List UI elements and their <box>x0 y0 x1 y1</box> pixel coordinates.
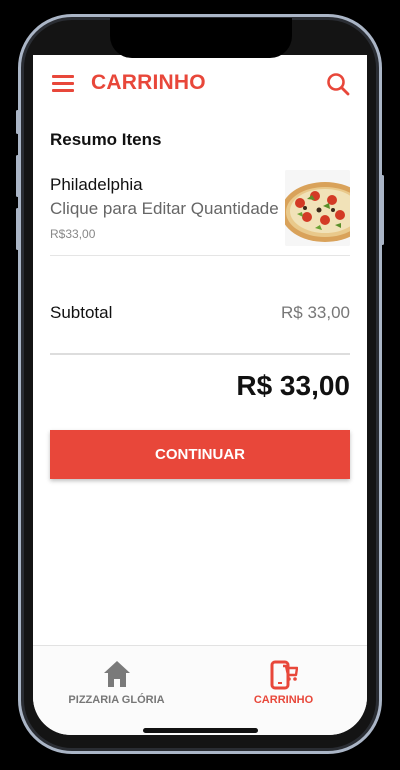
top-app-bar: CARRINHO <box>33 55 367 113</box>
nav-item-carrinho[interactable]: CARRINHO <box>200 646 367 735</box>
total-value: R$ 33,00 <box>236 370 350 401</box>
nav-label-carrinho: CARRINHO <box>253 694 314 706</box>
bottom-navigation: PIZZARIA GLÓRIA CARRINHO <box>33 645 367 735</box>
nav-item-pizzaria[interactable]: PIZZARIA GLÓRIA <box>33 646 200 735</box>
phone-notch <box>110 18 292 58</box>
cart-summary-title: Resumo Itens <box>50 130 162 149</box>
pizza-image <box>285 170 350 246</box>
continue-button[interactable]: CONTINUAR <box>50 430 350 479</box>
cart-phone-icon <box>270 660 298 690</box>
phone-volume-up <box>16 155 19 197</box>
app-screen: CARRINHO Resumo Itens Philadelphia Cliqu… <box>33 55 367 735</box>
home-icon <box>104 661 130 687</box>
subtotal-label: Subtotal <box>50 303 113 322</box>
phone-side-button <box>16 110 19 134</box>
phone-volume-down <box>16 208 19 250</box>
total-divider <box>50 353 350 355</box>
hamburger-menu-icon[interactable] <box>52 75 74 93</box>
search-icon[interactable] <box>326 72 350 96</box>
item-edit-hint[interactable]: Clique para Editar Quantidade <box>50 199 279 219</box>
page-title: CARRINHO <box>91 71 206 94</box>
item-name: Philadelphia <box>50 175 143 194</box>
phone-power-button <box>381 175 384 245</box>
item-price: R$33,00 <box>50 227 96 241</box>
subtotal-value: R$ 33,00 <box>281 303 350 322</box>
home-indicator <box>143 728 258 733</box>
item-divider <box>50 255 350 256</box>
nav-label-pizzaria: PIZZARIA GLÓRIA <box>68 694 165 706</box>
